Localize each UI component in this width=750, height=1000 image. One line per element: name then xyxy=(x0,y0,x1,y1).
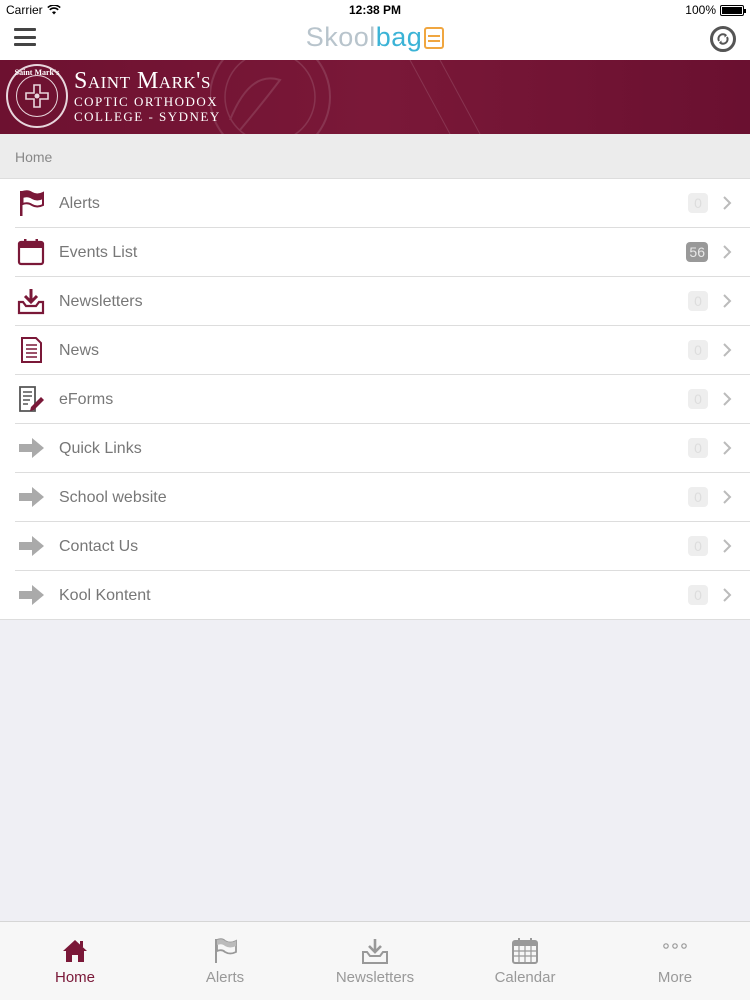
count-badge: 0 xyxy=(688,536,708,556)
menu-item-eforms[interactable]: eForms 0 xyxy=(15,375,750,424)
menu-item-events-list[interactable]: Events List 56 xyxy=(15,228,750,277)
chevron-right-icon xyxy=(723,392,732,406)
menu-item-quick-links[interactable]: Quick Links 0 xyxy=(15,424,750,473)
chevron-right-icon xyxy=(723,245,732,259)
tab-label: Newsletters xyxy=(335,969,415,986)
count-badge: 0 xyxy=(688,193,708,213)
school-name-line1: Saint Mark's xyxy=(74,68,211,94)
arrow-right-icon xyxy=(19,487,44,507)
nav-bar: Skoolbag xyxy=(0,20,750,60)
status-time: 12:38 PM xyxy=(348,3,402,17)
flag-icon xyxy=(215,938,237,963)
tab-newsletters[interactable]: Newsletters xyxy=(300,922,450,1000)
school-name-line3: COLLEGE - SYDNEY xyxy=(74,109,221,124)
skoolbag-logo: Skoolbag xyxy=(0,22,750,53)
sync-icon[interactable] xyxy=(710,26,736,52)
menu-list: Alerts 0 Events List 56 Newsletters 0 Ne… xyxy=(0,178,750,620)
chevron-right-icon xyxy=(723,441,732,455)
school-name: Saint Mark's COPTIC ORTHODOX COLLEGE - S… xyxy=(74,68,221,124)
count-badge: 0 xyxy=(688,291,708,311)
crest-text: Saint Mark's xyxy=(14,68,60,77)
menu-item-label: School website xyxy=(59,489,167,506)
menu-item-label: Alerts xyxy=(59,195,100,212)
battery-icon xyxy=(720,4,746,16)
battery-percent: 100% xyxy=(685,3,716,17)
school-banner: Saint Mark's Saint Mark's COPTIC ORTHODO… xyxy=(0,60,750,134)
menu-item-news[interactable]: News 0 xyxy=(15,326,750,375)
menu-item-kool-kontent[interactable]: Kool Kontent 0 xyxy=(0,571,750,620)
status-right: 100% xyxy=(685,3,746,17)
tab-label: More xyxy=(657,969,693,986)
school-name-line2: COPTIC ORTHODOX xyxy=(74,94,219,109)
menu-item-label: Quick Links xyxy=(59,440,142,457)
count-badge: 0 xyxy=(688,585,708,605)
document-icon xyxy=(21,337,42,363)
menu-item-school-website[interactable]: School website 0 xyxy=(15,473,750,522)
chevron-right-icon xyxy=(723,294,732,308)
menu-item-label: Newsletters xyxy=(59,293,143,310)
home-icon xyxy=(63,940,87,962)
menu-item-label: News xyxy=(59,342,100,359)
menu-item-label: eForms xyxy=(59,391,114,408)
form-pen-icon xyxy=(19,386,44,412)
arrow-right-icon xyxy=(19,585,44,605)
calendar-icon xyxy=(17,239,45,266)
tab-label: Calendar xyxy=(494,969,556,986)
tab-label: Alerts xyxy=(205,969,245,986)
menu-item-alerts[interactable]: Alerts 0 xyxy=(15,179,750,228)
bag-icon xyxy=(424,27,445,49)
menu-item-newsletters[interactable]: Newsletters 0 xyxy=(15,277,750,326)
status-bar: Carrier 12:38 PM 100% xyxy=(0,0,750,20)
count-badge: 0 xyxy=(688,340,708,360)
tab-bar: Home Alerts Newsletters Calendar More xyxy=(0,921,750,1000)
count-badge: 0 xyxy=(688,487,708,507)
more-dots-icon xyxy=(663,943,687,949)
breadcrumb: Home xyxy=(0,134,750,178)
menu-item-label: Events List xyxy=(59,244,138,261)
arrow-right-icon xyxy=(19,536,44,556)
menu-item-label: Contact Us xyxy=(59,538,139,555)
calendar-grid-icon xyxy=(512,938,538,964)
tab-home[interactable]: Home xyxy=(0,922,150,1000)
logo-text-bag: bag xyxy=(375,22,423,52)
tab-calendar[interactable]: Calendar xyxy=(450,922,600,1000)
chevron-right-icon xyxy=(723,588,732,602)
count-badge: 0 xyxy=(688,389,708,409)
logo-text-skool: Skool xyxy=(305,22,376,52)
chevron-right-icon xyxy=(723,196,732,210)
tab-alerts[interactable]: Alerts xyxy=(150,922,300,1000)
school-crest: Saint Mark's xyxy=(6,64,68,128)
chevron-right-icon xyxy=(723,490,732,504)
inbox-download-icon xyxy=(362,939,388,964)
count-badge: 56 xyxy=(686,242,708,262)
menu-item-contact-us[interactable]: Contact Us 0 xyxy=(15,522,750,571)
arrow-right-icon xyxy=(19,438,44,458)
menu-item-label: Kool Kontent xyxy=(59,587,151,604)
inbox-download-icon xyxy=(17,289,45,315)
chevron-right-icon xyxy=(723,539,732,553)
tab-label: Home xyxy=(54,969,95,986)
chevron-right-icon xyxy=(723,343,732,357)
tab-more[interactable]: More xyxy=(600,922,750,1000)
banner-decoration xyxy=(210,60,481,134)
count-badge: 0 xyxy=(688,438,708,458)
cross-icon xyxy=(25,84,49,108)
flag-icon xyxy=(20,190,44,216)
